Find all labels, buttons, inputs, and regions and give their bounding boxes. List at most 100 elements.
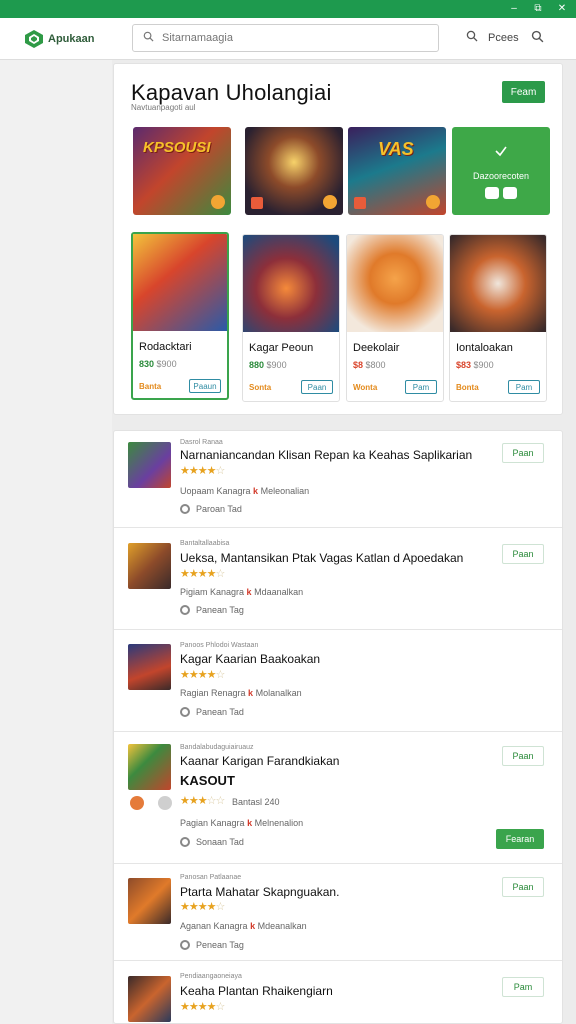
window-titlebar: – ⧉ ✕ [0, 0, 576, 18]
close-button[interactable]: ✕ [556, 0, 568, 18]
square-icon [251, 197, 263, 209]
game-card[interactable]: Deekolair $8 $800 Wonta Pam [346, 234, 444, 402]
badge-icon [323, 195, 337, 209]
featured-subtitle: Navtuanpagoti aul [131, 103, 196, 112]
rating-stars: ★★★★☆ [180, 1001, 225, 1013]
badge-icon [426, 195, 440, 209]
card-button[interactable]: Pam [405, 380, 437, 394]
app-logo[interactable]: Apukaan [24, 29, 132, 49]
rating-stars: ★★★★☆ [180, 465, 225, 477]
install-button[interactable]: Paan [502, 544, 544, 564]
app-icon [128, 744, 171, 790]
tag-icon [180, 707, 190, 717]
search-input[interactable] [162, 32, 422, 44]
list-item[interactable]: Pendiaangaoneiaya Keaha Plantan Rhaikeng… [114, 962, 562, 1023]
item-meta: Uopaam Kanagra k Meleonalian [180, 486, 310, 496]
card-name: Rodacktari [139, 341, 192, 353]
item-meta: Ragian Renagra k Molanalkan [180, 688, 302, 698]
list-item[interactable]: Panosan Patlaanae Ptarta Mahatar Skapngu… [114, 865, 562, 961]
card-art [347, 235, 443, 332]
search-button[interactable]: Pcees [466, 30, 519, 45]
badge-icon [211, 195, 225, 209]
item-meta: Pigiam Kanagra k Mdaanalkan [180, 587, 304, 597]
game-card[interactable]: Kagar Peoun 880 $900 Sonta Paan [242, 234, 340, 402]
featured-thumb[interactable]: VAS [348, 127, 446, 215]
item-tag: Pendiaangaoneiaya [180, 973, 242, 980]
rating-stars: ★★★★☆ [180, 568, 225, 580]
list-item[interactable]: Dasrol Ranaa Narnaniancandan Klisan Repa… [114, 431, 562, 528]
game-card[interactable]: Iontaloakan $83 $900 Bonta Pam [449, 234, 547, 402]
platform-icon [130, 796, 144, 810]
card-meta: Wonta [353, 383, 378, 392]
featured-panel: Kapavan Uholangiai Navtuanpagoti aul Fea… [113, 63, 563, 415]
item-title: Ueksa, Mantansikan Ptak Vagas Katlan d A… [180, 551, 464, 565]
card-art [243, 235, 339, 332]
item-title: Keaha Plantan Rhaikengiarn [180, 984, 333, 998]
feature-button[interactable]: Fearan [496, 829, 544, 849]
install-button[interactable]: Paan [502, 746, 544, 766]
card-button[interactable]: Pam [508, 380, 540, 394]
item-footer: Sonaan Tad [180, 837, 244, 847]
platform-icon [158, 796, 172, 810]
list-item[interactable]: Bantaltallaabisa Ueksa, Mantansikan Ptak… [114, 529, 562, 630]
item-tag: Bandalabudaguiairuauz [180, 744, 254, 751]
top-bar: Apukaan Pcees [0, 18, 576, 60]
card-price: $83 $900 [456, 360, 494, 370]
app-icon [128, 976, 171, 1022]
install-button[interactable]: Paan [502, 877, 544, 897]
search-button-label: Pcees [488, 31, 519, 44]
card-meta: Banta [139, 382, 162, 391]
thumb-label: VAS [378, 139, 414, 159]
card-meta: Sonta [249, 383, 272, 392]
controller-icon [485, 186, 517, 199]
rating-stars: ★★★★☆ [180, 901, 225, 913]
rating-text: Bantasl 240 [232, 797, 280, 807]
app-icon [128, 644, 171, 690]
thumb-label: KPSOUSI [143, 139, 211, 156]
app-icon [128, 442, 171, 488]
search-box[interactable] [132, 24, 439, 52]
item-footer: Penean Tag [180, 940, 244, 950]
minimize-button[interactable]: – [508, 0, 520, 18]
card-price: $8 $800 [353, 360, 386, 370]
list-item[interactable]: Bandalabudaguiairuauz Kaanar Karigan Far… [114, 733, 562, 864]
item-title: Kagar Kaarian Baakoakan [180, 652, 321, 666]
item-meta: Pagian Kanagra k Melnenalion [180, 818, 304, 828]
install-button[interactable]: Pam [502, 977, 544, 997]
card-art [133, 234, 227, 331]
card-button[interactable]: Paaun [189, 379, 221, 393]
maximize-button[interactable]: ⧉ [532, 0, 544, 18]
card-button[interactable]: Paan [301, 380, 333, 394]
featured-action-button[interactable]: Feam [502, 81, 545, 103]
featured-thumb[interactable]: KPSOUSI [133, 127, 231, 215]
card-name: Iontaloakan [456, 342, 513, 354]
item-footer: Panean Tag [180, 605, 244, 615]
item-tag: Panoos Phlodoi Wastaan [180, 642, 259, 649]
item-tag: Dasrol Ranaa [180, 439, 223, 446]
install-button[interactable]: Paan [502, 443, 544, 463]
app-icon [128, 878, 171, 924]
rating-stars: ★★★☆☆ [180, 795, 225, 807]
card-meta: Bonta [456, 383, 479, 392]
promo-label: Dazoorecoten [472, 170, 530, 181]
item-tag: Panosan Patlaanae [180, 874, 242, 881]
left-sidebar [0, 60, 112, 1024]
platform-dots [130, 796, 172, 810]
tag-icon [180, 504, 190, 514]
item-footer: Panean Tad [180, 707, 244, 717]
item-title: Kaanar Karigan Farandkiakan [180, 754, 340, 768]
game-card[interactable]: Rodacktari 830 $900 Banta Paaun [131, 232, 229, 400]
search-button-icon [466, 30, 478, 45]
search-icon[interactable] [531, 30, 544, 48]
logo-icon [24, 29, 44, 49]
card-price: 880 $900 [249, 360, 287, 370]
item-subtitle: KASOUT [180, 773, 235, 788]
featured-thumb-promo[interactable]: Dazoorecoten [452, 127, 550, 215]
search-icon [143, 29, 154, 47]
rating-stars: ★★★★☆ [180, 669, 225, 681]
item-tag: Bantaltallaabisa [180, 540, 230, 547]
list-item[interactable]: Panoos Phlodoi Wastaan Kagar Kaarian Baa… [114, 631, 562, 732]
featured-thumb[interactable] [245, 127, 343, 215]
tag-icon [180, 940, 190, 950]
card-name: Deekolair [353, 342, 400, 354]
